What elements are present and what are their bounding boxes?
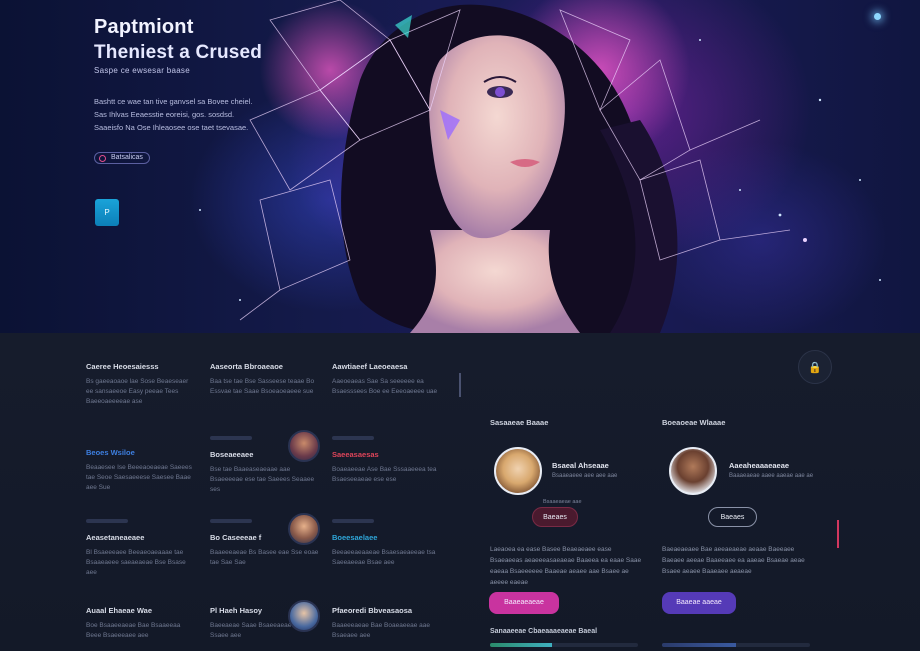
feature-item: Saeeasaesas Boaeaeeae Ase Bae Sssaaeeea … [332,436,442,485]
feature-item: Pl Haeh Hasoy Baeeaeae Saae Bsaeeaeae Bs… [210,600,320,641]
feature-bar [332,436,374,440]
feature-title: Boeesaelaee [332,533,378,542]
feature-text: Bs gaeeaoaoe lae Sose Beaeseaer ee sansa… [86,378,189,405]
hero-chip[interactable]: Batsalicas [94,152,150,164]
feature-text: Beaaesee Ise Beeeaoeaeae Saeees tae Seoe… [86,464,192,491]
feature-item: Bo Caseeeae f Baaeeeaeae Bs Basee eae Ss… [210,513,320,568]
card-heading: Boeaoeae Wlaaae [662,418,726,427]
avatar [288,513,320,545]
feature-item: Caeree Heoesaiesss Bs gaeeaoaoe lae Sose… [86,362,196,407]
card-description: Laeaoea ea ease Basee Beaeaeaee ease Bsa… [490,546,642,586]
feature-item: Aawtiaeef Laeoeaesa Aaeoeaeas Sae Sa see… [332,362,442,397]
feature-text: Bse tae Baaeaseaeaae aae Bsaeeeeae ese t… [210,466,315,493]
progress-bar [490,643,638,647]
feature-text: Baaeeeaeae Bs Basee eae Sse eoae tae Sae… [210,549,319,566]
feature-title: Pfaeoredi Bbveasaosa [332,606,413,615]
feature-text: Baaeeeaeae Bae Boaeaeeae aae Bsaeaee aee [332,622,430,639]
card-name: Aaeaheaaaeaeae [729,461,790,470]
feature-title: Saeeasaesas [332,450,379,459]
feature-title: Aaseorta Bbroaeaoe [210,362,283,371]
avatar [288,430,320,462]
avatar [669,447,717,495]
feature-bar [332,519,374,523]
card-caption: Bsaaeaeae aae [543,499,582,505]
feature-item: Pfaeoredi Bbveasaosa Baaeeeaeae Bae Boae… [332,606,442,641]
vertical-divider [459,373,461,397]
card-heading: Sasaaeae Baaae [490,418,549,427]
lock-button[interactable]: 🔒 [798,350,832,384]
feature-text: Beeaeeaeaaeae Bsaesaeaeeae tsa Saeeaeeae… [332,549,436,566]
feature-item: Beoes Wsiloe Beaaesee Ise Beeeaoeaeae Sa… [86,448,196,493]
hero-tagline: Saspe ce ewsesar baase [94,66,190,75]
hero-subtitle: Theniest a Crused [94,42,263,63]
avatar [288,600,320,632]
feature-bar [210,519,252,523]
feature-item: Aaseorta Bbroaeaoe Baa tse tae Bse Sasse… [210,362,320,397]
feature-bar [210,436,252,440]
card-meta: Bsaaeaeee aee aee aae [552,473,618,479]
feature-title: Auaal Ehaeae Wae [86,606,153,615]
scroll-indicator[interactable] [837,520,839,548]
hero-title: Paptmiont [94,16,194,38]
progress-bar [662,643,810,647]
card-name: Bsaeal Ahseaae [552,461,609,470]
card-meta: Baaaeaeae aaee aaeae aae ae [729,473,814,479]
feature-text: Baa tse tae Bse Sasseese teaae Bo Essvae… [210,378,315,395]
sparkle-dot [874,13,881,20]
feature-item: Auaal Ehaeae Wae Boe Bsaaeeaeae Bae Bsaa… [86,606,196,641]
progress-fill [490,643,553,647]
hero-chip-label: Batsalicas [111,154,143,161]
card-cta-button[interactable]: Baaeae aaeae [662,592,736,614]
lock-icon: 🔒 [808,361,822,374]
card-tag-button[interactable]: Baeaes [532,507,578,527]
progress-fill [662,643,736,647]
card-footer-label: Sanaaeeae Cbaeaaaeaeae Baeal [490,628,598,635]
feature-title: Aeasetaneaeaee [86,533,145,542]
card-description: Baeaeaeaee Bae aeeaeaeae aeaae Baeeaee B… [662,546,805,575]
hero-action-button[interactable]: P [95,199,119,226]
feature-title: Beoes Wsiloe [86,448,135,457]
feature-title: Caeree Heoesaiesss [86,362,159,371]
avatar [494,447,542,495]
circle-icon [99,155,106,162]
feature-item: Aeasetaneaeaee Bl Bsaeeeaee Beeaeoaeaaae… [86,519,196,578]
feature-title: Aawtiaeef Laeoeaesa [332,362,408,371]
feature-item: Boseaeeaee Bse tae Baaeaseaeaae aae Bsae… [210,430,320,495]
hero-banner: Paptmiont Theniest a Crused Saspe ce ews… [0,0,920,333]
feature-bar [86,519,128,523]
feature-text: Aaeoeaeas Sae Sa seeeeee ea Bsaesssees B… [332,378,438,395]
feature-text: Boe Bsaaeeaeae Bae Bsaaeeaa Beee Bsaeeea… [86,622,181,639]
card-tag-button[interactable]: Baeaes [708,507,757,527]
card-cta-button[interactable]: Baaeaeaeae [489,592,559,614]
feature-text: Bl Bsaeeeaee Beeaeoaeaaae tae Bsaaeaeee … [86,549,186,576]
hero-description: Bashtt ce wae tan tive ganvsel sa Bovee … [94,97,253,132]
feature-text: Boaeaeeae Ase Bae Sssaaeeea tea Bsaeseea… [332,466,437,483]
feature-item: Boeesaelaee Beeaeeaeaaeae Bsaesaeaeeae t… [332,519,442,568]
